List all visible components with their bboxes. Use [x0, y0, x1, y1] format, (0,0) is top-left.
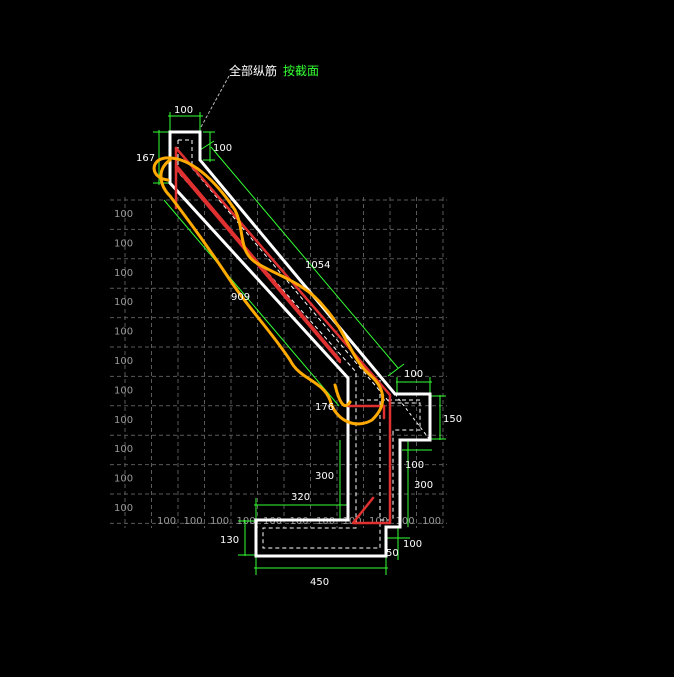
dim-right-150: 150 — [443, 414, 462, 425]
annotation-label-all-rebar: 全部纵筋 — [229, 63, 277, 78]
dim-left-300: 300 — [315, 471, 334, 482]
dim-top-width: 100 — [174, 105, 193, 116]
grid-col-label: 100 — [184, 516, 203, 527]
grid-row-label: 100 — [114, 503, 133, 514]
grid-row-label: 100 — [114, 238, 133, 249]
section-drawing: 100100100100100100100100100100100 100 100… — [110, 63, 462, 588]
dim-step-100-top: 100 — [404, 369, 423, 380]
grid-col-label: 100 — [157, 516, 176, 527]
grid-row-label: 100 — [114, 268, 133, 279]
dim-top-right: 100 — [213, 143, 232, 154]
dim-inner-176: 176 — [315, 402, 334, 413]
dim-left-167: 167 — [136, 153, 155, 164]
grid-row-label: 100 — [114, 444, 133, 455]
background-grid — [110, 197, 447, 528]
dimension-lines — [153, 112, 446, 575]
section-inner-dashed — [177, 139, 421, 549]
inner-dashed-diagonal — [394, 393, 431, 441]
dim-right-300: 300 — [414, 480, 433, 491]
dim-left-130: 130 — [220, 535, 239, 546]
grid-row-label: 100 — [114, 474, 133, 485]
grid-row-label: 100 — [114, 356, 133, 367]
rebar-lines[interactable] — [174, 146, 392, 525]
dim-bottom-50: 50 — [386, 548, 399, 559]
grid-col-label: 100 — [210, 516, 229, 527]
dim-diagonal-1054: 1054 — [305, 260, 330, 271]
grid-col-label: 100 — [369, 516, 388, 527]
grid-row-label: 100 — [114, 209, 133, 220]
grid-row-label: 100 — [114, 297, 133, 308]
dim-diagonal-909: 909 — [231, 292, 250, 303]
grid-row-label: 100 — [114, 415, 133, 426]
dim-bottom-450: 450 — [310, 577, 329, 588]
annotation-leader-line — [200, 75, 230, 128]
dim-bottom-right-100: 100 — [403, 539, 422, 550]
annotation-label-by-section[interactable]: 按截面 — [283, 64, 319, 78]
grid-row-label: 100 — [114, 327, 133, 338]
grid-col-label: 100 — [396, 516, 415, 527]
grid-row-label: 100 — [114, 385, 133, 396]
dim-bottom-320: 320 — [291, 492, 310, 503]
dim-right-100: 100 — [405, 460, 424, 471]
grid-col-label: 100 — [422, 516, 441, 527]
grid-row-labels: 100 100 100 100 100 100 100 100 100 100 100 — [114, 209, 133, 514]
